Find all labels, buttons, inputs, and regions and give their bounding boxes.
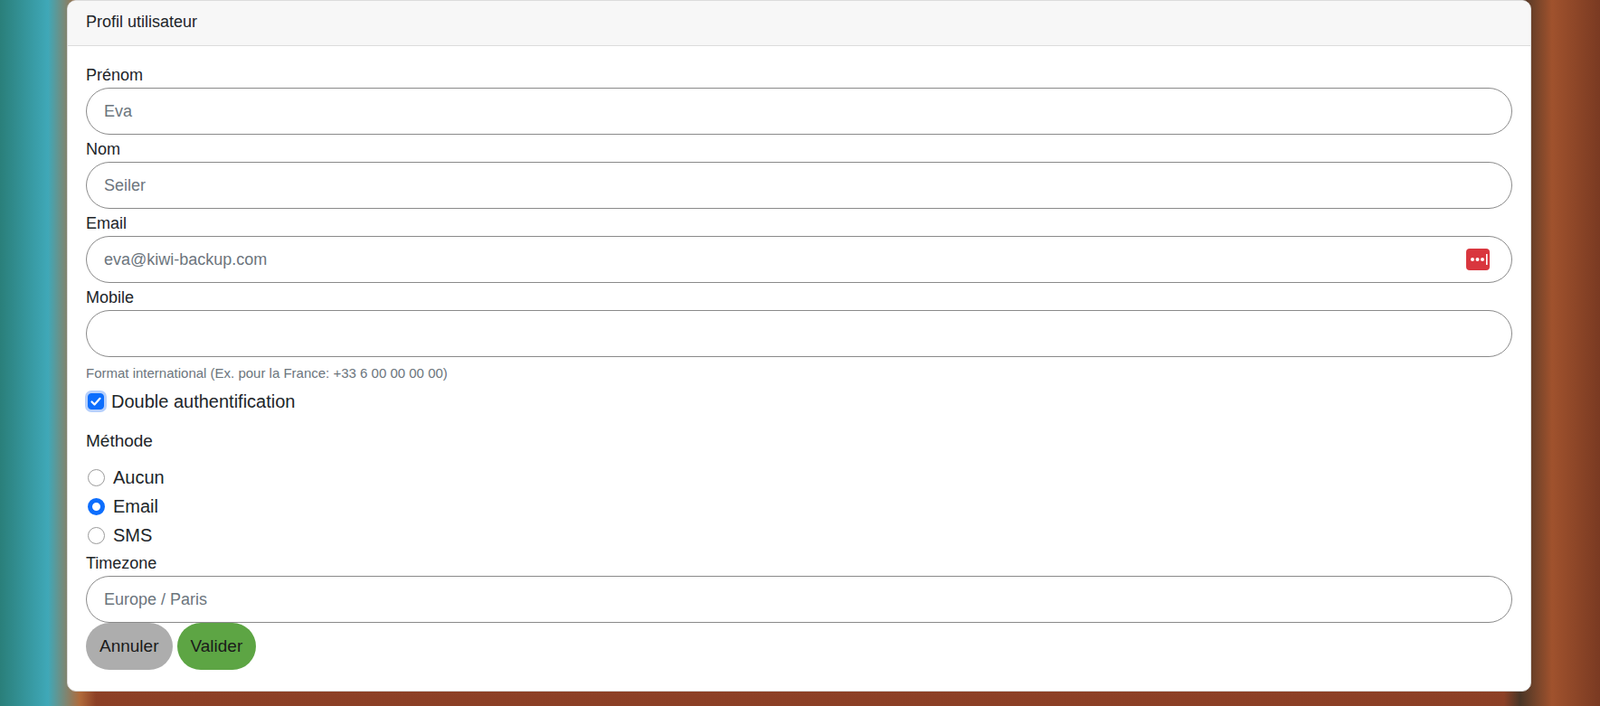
field-label: Email: [85, 211, 1513, 237]
field-label: Mobile: [85, 285, 1513, 311]
profile-form: Prénom Eva Nom Seiler Email eva@kiwi-backup.c…: [67, 46, 1531, 671]
radio-label: Email: [113, 496, 159, 518]
form-field: Prénom Eva: [85, 63, 1513, 135]
text-input[interactable]: Seiler: [85, 161, 1513, 209]
profile-card: Profil utilisateur Prénom Eva Nom Seiler Emai…: [66, 0, 1532, 692]
timezone-select[interactable]: Europe / Paris: [85, 576, 1513, 624]
checkbox-label: Double authentification: [111, 391, 295, 413]
password-manager-icon[interactable]: [1466, 248, 1490, 271]
radio-option[interactable]: SMS: [85, 520, 1513, 550]
check-icon: [88, 394, 104, 409]
radio-icon[interactable]: [87, 498, 105, 516]
radio-option[interactable]: Email: [85, 492, 1513, 521]
field-label: Prénom: [85, 63, 1513, 88]
submit-button[interactable]: Valider: [177, 623, 257, 671]
method-radio-group: Aucun Email SMS: [85, 463, 1513, 550]
input-value: Eva: [104, 102, 133, 122]
input-value: Europe / Paris: [104, 590, 208, 610]
radio-label: SMS: [113, 525, 152, 547]
radio-icon[interactable]: [87, 469, 105, 487]
cancel-button[interactable]: Annuler: [85, 623, 173, 671]
field-label: Nom: [85, 137, 1513, 162]
input-value: Seiler: [104, 176, 146, 196]
help-text: Format international (Ex. pour la France…: [85, 364, 1513, 383]
form-actions: AnnulerValider: [85, 623, 1513, 671]
radio-icon[interactable]: [87, 527, 105, 545]
radio-option[interactable]: Aucun: [85, 463, 1513, 493]
card-header: Profil utilisateur: [67, 0, 1531, 47]
form-field: Nom Seiler: [85, 137, 1513, 209]
text-input[interactable]: eva@kiwi-backup.com: [85, 236, 1513, 284]
form-field: Email eva@kiwi-backup.com: [85, 211, 1513, 284]
method-label: Méthode: [85, 428, 1513, 454]
timezone-field: Timezone Europe / Paris: [85, 551, 1513, 624]
two-factor-checkbox[interactable]: Double authentification: [85, 388, 1513, 415]
field-label: Timezone: [85, 551, 1513, 577]
checkbox-icon[interactable]: [87, 393, 105, 410]
text-input[interactable]: [85, 310, 1513, 358]
desktop-background: Profil utilisateur Prénom Eva Nom Seiler Emai…: [0, 0, 1600, 706]
radio-label: Aucun: [113, 467, 165, 489]
form-field: Mobile Format international (Ex. pour la …: [85, 285, 1513, 383]
text-input[interactable]: Eva: [85, 87, 1513, 135]
input-value: eva@kiwi-backup.com: [104, 250, 267, 270]
